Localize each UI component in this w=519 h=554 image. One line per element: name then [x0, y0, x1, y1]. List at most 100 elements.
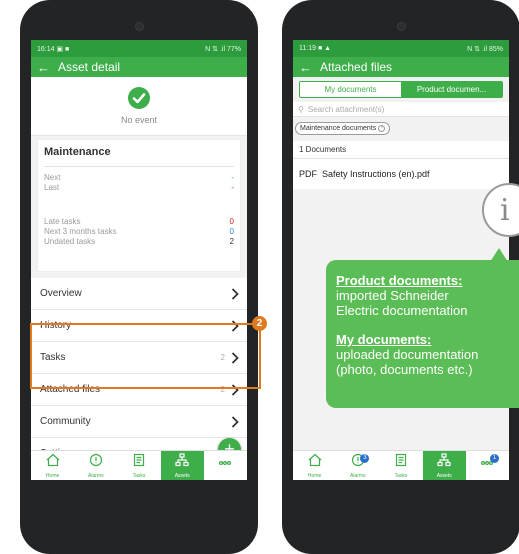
search-bar[interactable]: ⚲ Search attachment(s) [293, 102, 509, 117]
tasks-icon [132, 453, 146, 472]
bottom-nav: Home Alarms 3 Tasks Assets 1 [293, 450, 509, 480]
tab-my-documents[interactable]: My documents [300, 82, 401, 97]
tab-product-documents[interactable]: Product documen... [401, 82, 502, 97]
document-count: 1 Documents [293, 141, 509, 159]
maintenance-row: Late tasks 0 [44, 217, 234, 227]
callout-line: uploaded documentation [336, 347, 479, 362]
nav-item-home[interactable]: Home [293, 451, 336, 480]
maintenance-row-value: - [231, 173, 234, 182]
nav-item-assets[interactable]: Assets [422, 451, 466, 480]
nav-item-label: Alarms [350, 472, 366, 479]
no-event-label: No event [120, 115, 158, 125]
check-circle-icon [128, 87, 150, 109]
page-title: Asset detail [58, 60, 121, 74]
maintenance-row-value: - [231, 183, 234, 192]
app-bar: ← Attached files [293, 57, 509, 77]
nav-item-label: Alarms [88, 472, 104, 479]
document-row[interactable]: PDF Safety Instructions (en).pdf [293, 159, 509, 189]
bottom-nav: Home Alarms Tasks Assets [31, 450, 247, 480]
camera-icon [397, 22, 406, 31]
maintenance-row-label: Undated tasks [44, 237, 96, 246]
filter-chip[interactable]: Maintenance documents × [295, 122, 391, 135]
search-input[interactable]: Search attachment(s) [308, 105, 384, 114]
callout-line: (photo, documents etc.) [336, 362, 473, 377]
app-bar: ← Asset detail [31, 57, 247, 77]
nav-item-home[interactable]: Home [31, 451, 74, 480]
maintenance-card: Maintenance Next - Last - Late tasks 0 Next 3… [37, 139, 241, 272]
nav-item-alarms[interactable]: Alarms 3 [336, 451, 379, 480]
nav-item-alarms[interactable]: Alarms [74, 451, 117, 480]
tasks-icon [394, 453, 408, 472]
menu-item-right [231, 287, 239, 300]
menu-item-label: Overview [40, 288, 82, 299]
maintenance-row-value: 0 [229, 227, 234, 236]
event-card: No event [31, 77, 247, 136]
menu-item-label: Community [40, 416, 91, 427]
maintenance-row-label: Next 3 months tasks [44, 227, 117, 236]
status-bar: 16:14 ▣ ■ N ⇅ .il 77% [31, 40, 247, 57]
home-icon [308, 453, 322, 472]
maintenance-row: Undated tasks 2 [44, 237, 234, 247]
more-icon [218, 456, 232, 475]
tasks-files-highlight [30, 323, 261, 389]
alarm-icon [89, 453, 103, 472]
asset-detail-screen: 16:14 ▣ ■ N ⇅ .il 77% ← Asset detail No … [31, 40, 247, 480]
document-name: Safety Instructions (en).pdf [322, 169, 430, 179]
callout-line: imported Schneider [336, 288, 449, 303]
callout-gap [336, 318, 519, 332]
nav-item-assets[interactable]: Assets [160, 451, 204, 480]
maintenance-row-label: Next [44, 173, 61, 182]
callout-heading-product: Product documents: [336, 273, 463, 288]
nav-item-tasks[interactable]: Tasks [117, 451, 160, 480]
filter-chip-label: Maintenance documents [300, 125, 377, 132]
nav-item-label: Assets [174, 472, 190, 479]
document-tabs: My documents Product documen... [299, 81, 503, 98]
phone-left: 16:14 ▣ ■ N ⇅ .il 77% ← Asset detail No … [20, 0, 258, 554]
chevron-right-icon [231, 415, 239, 428]
callout-line: Electric documentation [336, 303, 468, 318]
back-arrow-icon[interactable]: ← [37, 60, 50, 75]
nav-item-more[interactable]: 1 [466, 451, 509, 480]
maintenance-row: Next 3 months tasks 0 [44, 227, 234, 237]
page-title: Attached files [320, 60, 393, 74]
assets-icon [175, 452, 189, 472]
close-icon[interactable]: × [378, 125, 386, 132]
maintenance-title: Maintenance [44, 146, 234, 167]
menu-item-right [231, 415, 239, 428]
maintenance-row: Last - [44, 183, 234, 193]
status-icons-left: ■ ▲ [317, 45, 332, 52]
back-arrow-icon[interactable]: ← [299, 60, 312, 75]
nav-item-label: Tasks [132, 472, 146, 479]
chevron-right-icon [231, 287, 239, 300]
menu-item-overview[interactable]: Overview [31, 278, 247, 310]
status-icons-right: N ⇅ .il 85% [467, 45, 503, 53]
nav-item-label: Assets [436, 472, 452, 479]
step-badge: 2 [252, 316, 267, 331]
nav-item-tasks[interactable]: Tasks [379, 451, 422, 480]
maintenance-row-value: 2 [229, 237, 234, 246]
status-icons-left: ▣ ■ [56, 45, 70, 53]
maintenance-row-value: 0 [229, 217, 234, 226]
status-icons-right: N ⇅ .il 77% [205, 45, 241, 53]
maintenance-dates: Next - Last - [44, 173, 234, 193]
maintenance-spacer [44, 193, 234, 217]
nav-item-label: Home [45, 472, 60, 479]
maintenance-row-label: Late tasks [44, 217, 81, 226]
home-icon [46, 453, 60, 472]
assets-icon [437, 452, 451, 472]
nav-item-label: Home [307, 472, 322, 479]
menu-item-community[interactable]: Community [31, 406, 247, 438]
maintenance-row: Next - [44, 173, 234, 183]
camera-icon [135, 22, 144, 31]
nav-item-label: Tasks [394, 472, 408, 479]
info-glyph: i [500, 193, 510, 228]
maintenance-row-label: Last [44, 183, 60, 192]
status-time: 11:19 [299, 45, 316, 52]
maintenance-task-counts: Late tasks 0 Next 3 months tasks 0 Undated t… [44, 217, 234, 247]
notification-badge: 1 [490, 454, 500, 463]
nav-item-more[interactable] [204, 451, 247, 480]
callout-heading-my: My documents: [336, 332, 432, 347]
status-time: 16:14 [37, 45, 55, 53]
info-callout: Product documents: imported Schneider El… [326, 260, 519, 408]
notification-badge: 3 [360, 454, 370, 463]
